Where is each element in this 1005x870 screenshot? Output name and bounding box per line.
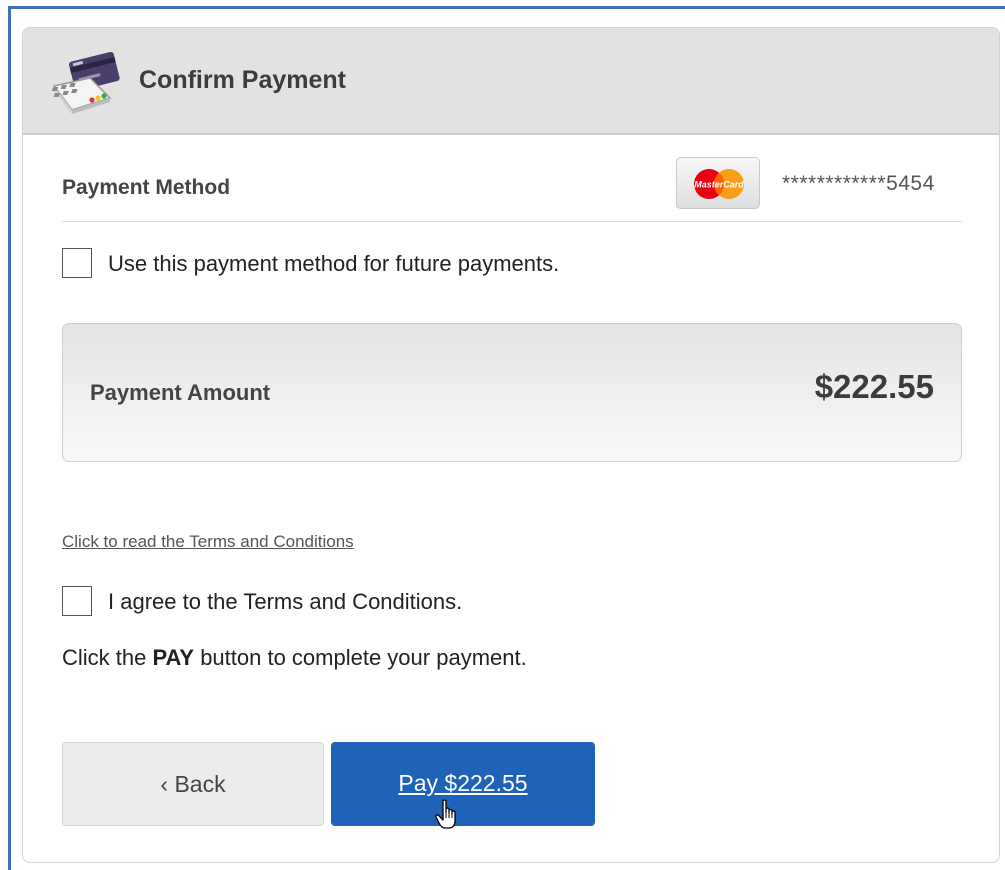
payment-method-row: Payment Method MasterCard ************54… (62, 154, 962, 222)
instruction-suffix: button to complete your payment. (194, 645, 527, 670)
window-frame-top (8, 6, 1005, 9)
back-button[interactable]: ‹ Back (62, 742, 324, 826)
pay-instruction: Click the PAY button to complete your pa… (62, 645, 527, 671)
payment-method-label: Payment Method (62, 176, 231, 199)
save-method-option[interactable]: Use this payment method for future payme… (62, 248, 762, 282)
pay-button-label: Pay $222.55 (398, 770, 528, 796)
confirm-payment-panel: Confirm Payment Payment Method MasterCar… (22, 27, 1000, 863)
masked-card-number: ************5454 (782, 172, 935, 195)
credit-card-terminal-icon (50, 51, 126, 116)
payment-amount-value: $222.55 (814, 368, 934, 405)
terms-link[interactable]: Click to read the Terms and Conditions (62, 532, 354, 552)
payment-amount-box: Payment Amount $222.55 (62, 323, 962, 462)
card-brand-text: MasterCard (694, 180, 744, 190)
agree-terms-checkbox[interactable] (62, 586, 92, 616)
window-frame-left (8, 6, 11, 870)
save-method-checkbox[interactable] (62, 248, 92, 278)
agree-terms-label: I agree to the Terms and Conditions. (108, 589, 463, 614)
divider (62, 221, 962, 222)
pay-button[interactable]: Pay $222.55 (331, 742, 595, 826)
hand-pointer-cursor-icon (435, 799, 461, 836)
agree-terms-option[interactable]: I agree to the Terms and Conditions. (62, 586, 662, 620)
payment-amount-label: Payment Amount (90, 380, 271, 405)
mastercard-logo-icon: MasterCard (676, 157, 760, 209)
instruction-keyword: PAY (152, 645, 195, 670)
instruction-prefix: Click the (62, 645, 153, 670)
panel-header: Confirm Payment (23, 28, 999, 135)
save-method-label: Use this payment method for future payme… (108, 251, 560, 276)
page-title: Confirm Payment (139, 66, 346, 94)
